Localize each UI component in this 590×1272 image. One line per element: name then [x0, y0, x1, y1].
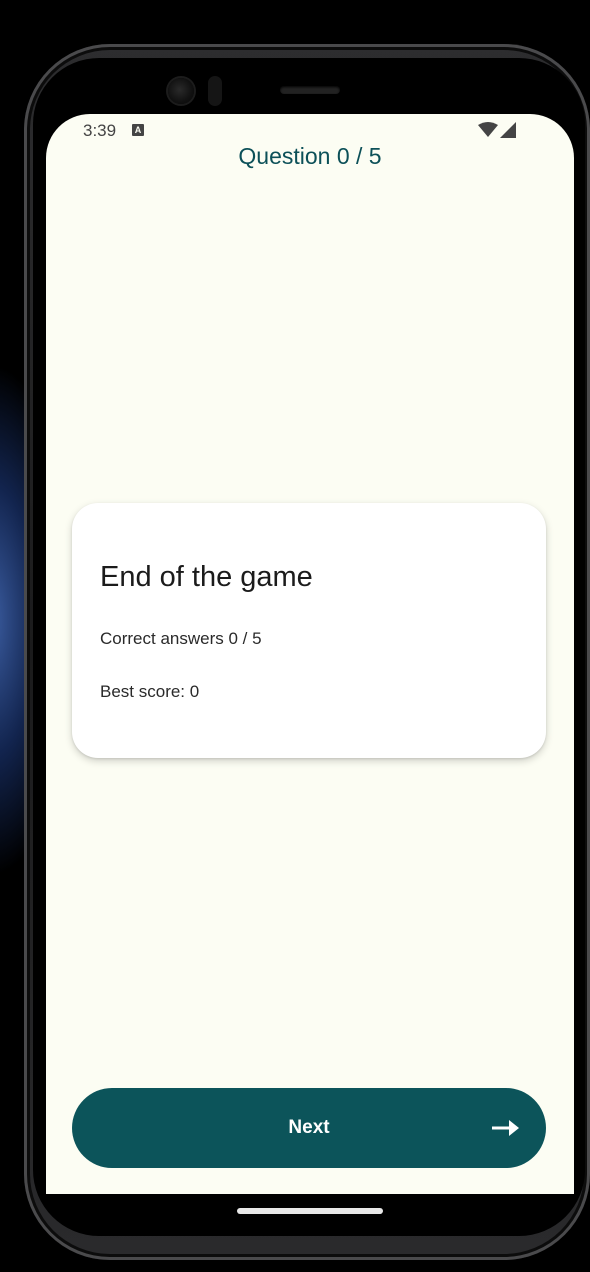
result-card: End of the game Correct answers 0 / 5 Be… [72, 503, 546, 758]
status-time: 3:39 [83, 121, 117, 140]
wifi-icon [478, 122, 498, 143]
camera-icon [168, 78, 194, 104]
question-counter: Question 0 / 5 [238, 143, 382, 169]
next-button-label: Next [288, 1117, 330, 1138]
a-icon: A [132, 124, 144, 136]
home-indicator[interactable] [237, 1208, 383, 1214]
speaker-grille [280, 86, 340, 94]
next-button[interactable]: Next [72, 1088, 546, 1168]
arrow-right-icon [492, 1119, 520, 1140]
best-score-text: Best score: 0 [100, 682, 200, 701]
app-screen: 3:39 A Question 0 / 5 End of the game Co… [46, 114, 574, 1194]
sensor-icon [208, 76, 222, 106]
correct-answers-text: Correct answers 0 / 5 [100, 629, 262, 648]
signal-icon [500, 122, 516, 143]
card-title: End of the game [100, 561, 313, 593]
